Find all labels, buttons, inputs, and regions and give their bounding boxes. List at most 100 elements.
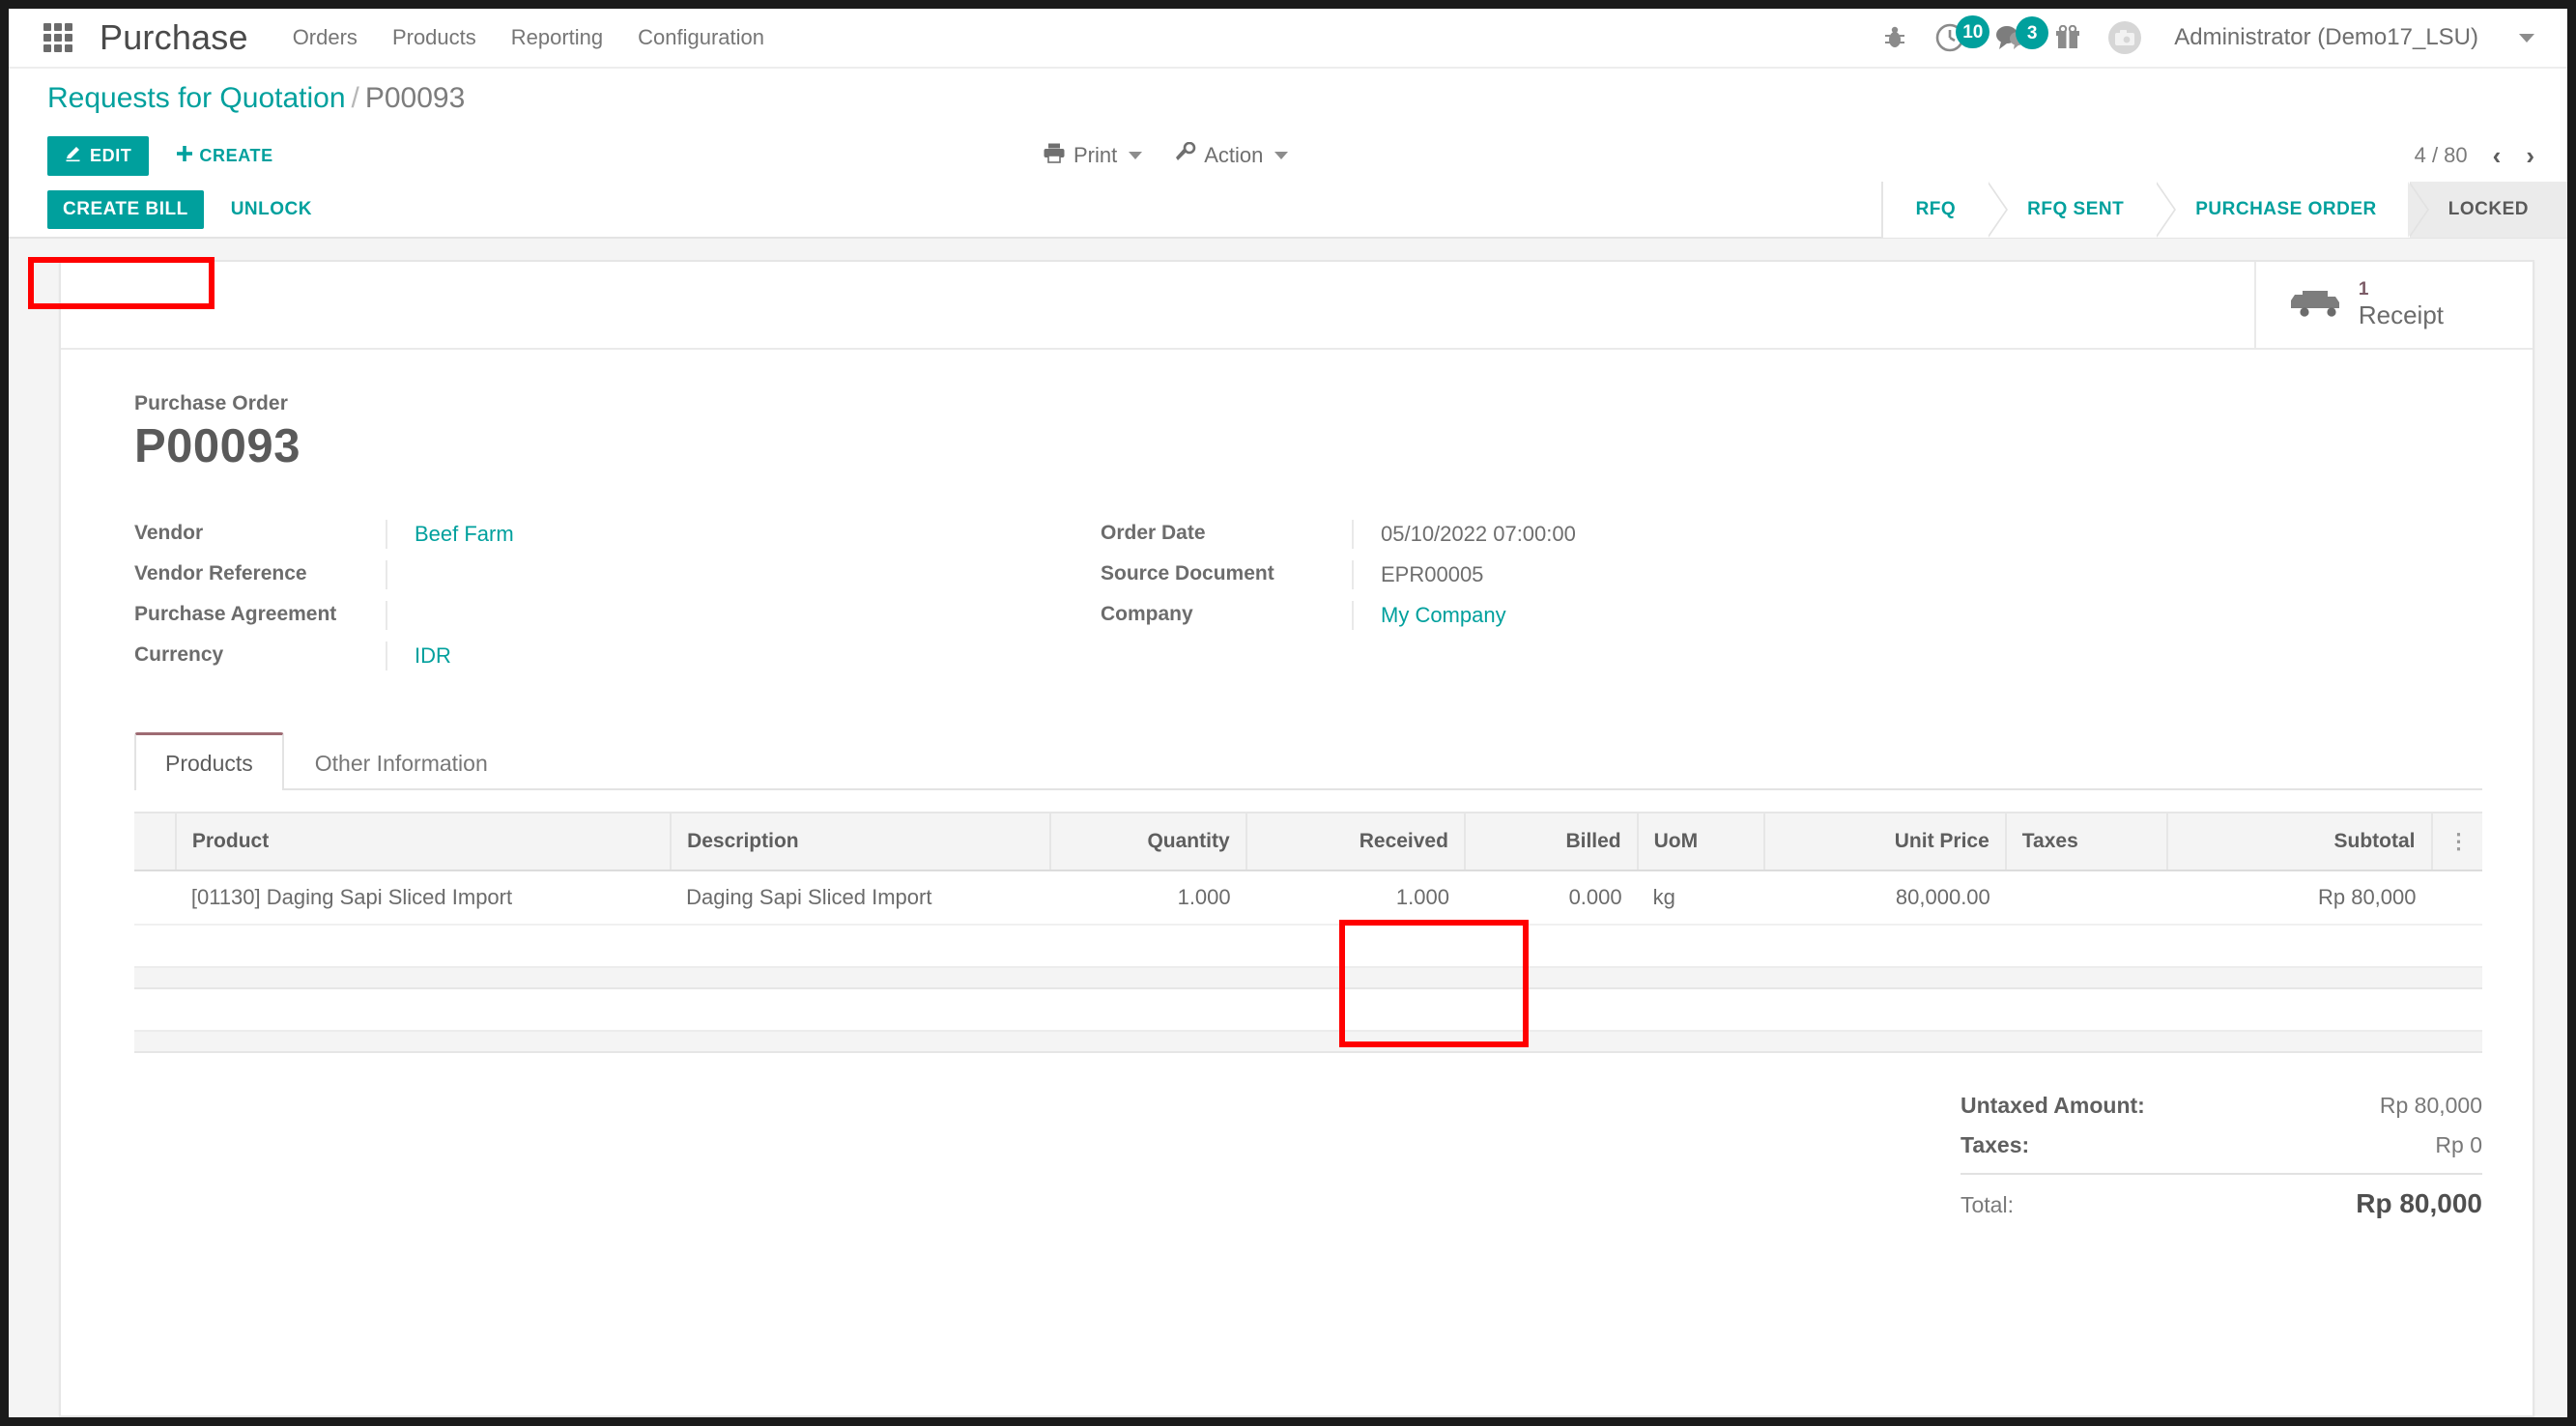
avatar[interactable] [2108,21,2142,54]
row-handle[interactable] [134,870,176,927]
tab-products[interactable]: Products [134,732,284,791]
receipt-smart-button-text: 1 Receipt [2359,279,2444,330]
table-filler-row [134,925,2482,967]
optional-columns-toggle[interactable]: ⋮ [2431,812,2482,872]
edit-button[interactable]: EDIT [47,135,150,176]
cell-quantity[interactable]: 1.000 [1050,870,1246,927]
table-footer-band [134,1030,2482,1054]
cell-description[interactable]: Daging Sapi Sliced Import [671,870,1051,927]
receipt-label: Receipt [2358,300,2444,330]
breadcrumb: Requests for Quotation / P00093 [47,82,2534,115]
screenshot-frame: Purchase Orders Products Reporting Confi… [0,0,2576,1426]
total-value: Rp 80,000 [2356,1188,2482,1219]
control-panel: Requests for Quotation / P00093 EDIT CRE… [9,69,2567,183]
menu-item-reporting[interactable]: Reporting [511,25,603,50]
cell-billed[interactable]: 0.000 [1464,870,1638,927]
field-value-currency[interactable]: IDR [386,642,1004,671]
field-value-purchase-agreement[interactable] [386,601,1004,631]
totals-row-taxes: Taxes: Rp 0 [1961,1126,2482,1165]
activity-menu[interactable]: 10 [1934,15,1990,53]
vertical-scrollbar[interactable] [2548,248,2562,1388]
field-label-order-date: Order Date [1101,522,1206,545]
cell-subtotal[interactable]: Rp 80,000 [2166,870,2432,927]
print-dropdown[interactable]: Print [1043,142,1143,169]
field-value-vendor[interactable]: Beef Farm [386,520,1004,550]
control-panel-dropdowns: Print Action [1043,141,1289,169]
taxes-label: Taxes: [1961,1132,2030,1158]
menu-item-products[interactable]: Products [392,25,476,50]
action-dropdown[interactable]: Action [1175,141,1289,169]
pager-value[interactable]: 4 / 80 [2415,143,2468,168]
cell-received[interactable]: 1.000 [1245,870,1465,927]
column-header-taxes[interactable]: Taxes [2005,812,2168,872]
field-label-currency: Currency [134,643,224,667]
cell-product[interactable]: [01130] Daging Sapi Sliced Import [175,870,672,927]
order-lines-header: Product Description Quantity Received Bi… [134,812,2482,872]
gift-icon[interactable] [2056,25,2080,50]
receipt-smart-button[interactable]: 1 Receipt [2253,262,2533,349]
odoo-app: Purchase Orders Products Reporting Confi… [9,9,2567,1417]
activity-count-badge: 10 [1956,15,1990,48]
messaging-menu[interactable]: 3 [1994,16,2049,52]
status-stage-rfq[interactable]: RFQ [1880,182,1989,238]
field-value-order-date[interactable]: 05/10/2022 07:00:00 [1352,520,1970,550]
create-button[interactable]: CREATE [160,136,288,176]
status-stage-locked[interactable]: LOCKED [2407,182,2567,238]
column-header-subtotal[interactable]: Subtotal [2166,812,2433,872]
cell-taxes[interactable] [2005,870,2167,927]
row-handle-column [134,812,177,872]
field-row-currency: Currency IDR [134,642,1004,672]
column-header-billed[interactable]: Billed [1464,812,1639,872]
field-label-company: Company [1101,603,1193,626]
cell-unit-price[interactable]: 80,000.00 [1763,870,2006,927]
breadcrumb-separator: / [351,82,359,114]
breadcrumb-current: P00093 [364,82,466,114]
status-bar-row: CREATE BILL UNLOCK RFQ RFQ SENT PURCHASE… [9,182,2567,239]
untaxed-amount-value: Rp 80,000 [2379,1093,2482,1119]
create-bill-button[interactable]: CREATE BILL [47,190,204,229]
field-value-company[interactable]: My Company [1352,601,1970,631]
bug-icon[interactable] [1884,25,1905,50]
cell-row-end [2431,870,2482,927]
field-label-vendor-reference: Vendor Reference [134,562,307,585]
status-stage-purchase-order[interactable]: PURCHASE ORDER [2155,182,2410,238]
field-row-company: Company My Company [1101,601,1970,632]
pager-next-icon[interactable]: › [2526,141,2534,171]
field-row-order-date: Order Date 05/10/2022 07:00:00 [1101,520,1970,551]
menu-item-orders[interactable]: Orders [293,25,358,50]
app-brand-title[interactable]: Purchase [100,17,248,58]
column-header-unit-price[interactable]: Unit Price [1763,812,2007,872]
column-header-quantity[interactable]: Quantity [1050,812,1247,872]
field-label-vendor: Vendor [134,522,204,545]
chevron-down-icon[interactable] [2519,33,2534,43]
totals-block: Untaxed Amount: Rp 80,000 Taxes: Rp 0 To… [61,1053,2533,1226]
notebook-tabs: Products Other Information [134,732,2482,791]
totals-row-total: Total: Rp 80,000 [1961,1173,2482,1226]
tab-other-information[interactable]: Other Information [284,733,519,790]
status-stage-rfq-sent[interactable]: RFQ SENT [1987,182,2158,238]
apps-grid-icon[interactable] [43,23,72,52]
record-title-block: Purchase Order P00093 [61,350,2533,473]
order-lines-table: Product Description Quantity Received Bi… [134,812,2482,1054]
top-navbar: Purchase Orders Products Reporting Confi… [9,9,2567,69]
messaging-count-badge: 3 [2016,16,2049,49]
field-group-left: Vendor Beef Farm Vendor Reference Purcha… [134,520,1004,682]
field-value-source-document[interactable]: EPR00005 [1352,560,1970,590]
menu-item-configuration[interactable]: Configuration [638,25,764,50]
field-row-vendor-reference: Vendor Reference [134,560,1004,591]
breadcrumb-parent[interactable]: Requests for Quotation [47,82,346,114]
field-value-vendor-reference[interactable] [386,560,1004,590]
cell-uom[interactable]: kg [1637,870,1764,927]
unlock-button[interactable]: UNLOCK [215,190,328,229]
column-header-received[interactable]: Received [1245,812,1466,872]
column-header-uom[interactable]: UoM [1637,812,1765,872]
pager-previous-icon[interactable]: ‹ [2493,141,2502,171]
table-row[interactable]: [01130] Daging Sapi Sliced Import Daging… [134,870,2482,927]
column-header-product[interactable]: Product [175,812,673,872]
action-label: Action [1204,143,1264,167]
user-menu-label[interactable]: Administrator (Demo17_LSU) [2174,24,2478,51]
column-header-description[interactable]: Description [671,812,1052,872]
table-separator-band [134,966,2482,990]
form-sheet-area: 1 Receipt Purchase Order P00093 Vendor B… [9,239,2567,1417]
chevron-down-icon [1274,152,1289,159]
